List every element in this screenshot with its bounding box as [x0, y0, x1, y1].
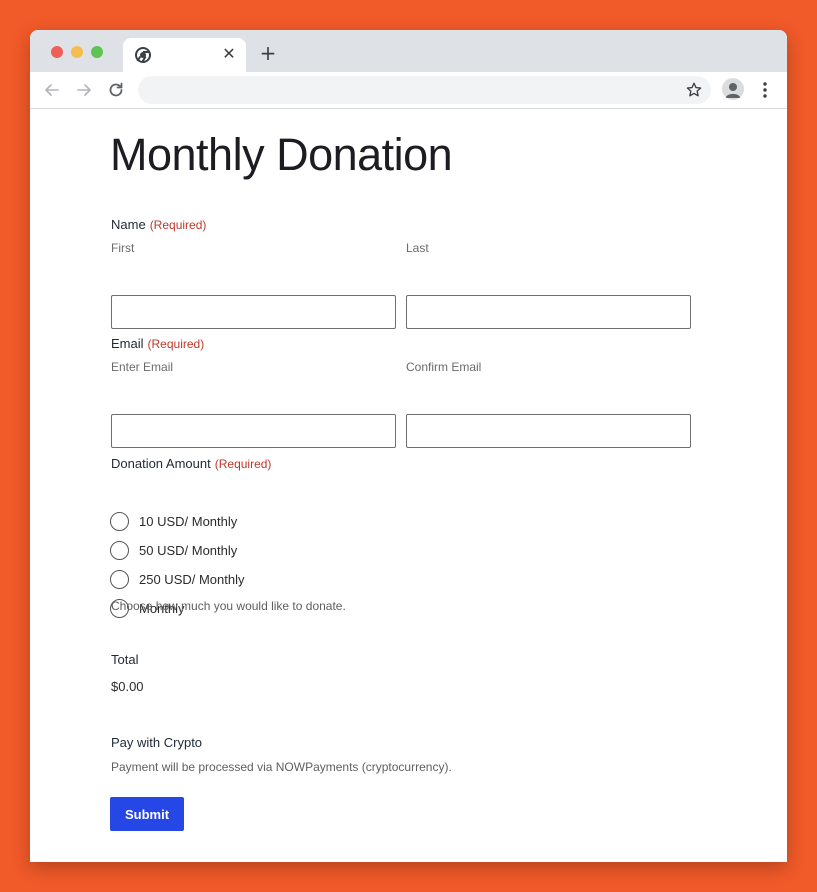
avatar-icon[interactable] [722, 78, 744, 100]
donation-option-label: 50 USD/ Monthly [139, 542, 238, 558]
browser-toolbar [30, 72, 787, 109]
donation-option-10[interactable]: 10 USD/ Monthly [110, 511, 237, 531]
page-content: Monthly Donation Name (Required) First La… [30, 109, 787, 862]
browser-window: ✕ + Monthly Donation Name (Required) Fir… [30, 30, 787, 862]
email-label: Email (Required) [111, 336, 204, 351]
radio-button[interactable] [110, 569, 129, 589]
kebab-menu-icon[interactable] [757, 80, 773, 100]
name-label: Name (Required) [111, 217, 206, 232]
donation-option-label: 10 USD/ Monthly [139, 513, 238, 529]
minimize-window-button[interactable] [71, 46, 83, 58]
email-label-text: Email [111, 336, 144, 351]
maximize-window-button[interactable] [91, 46, 103, 58]
last-name-input[interactable] [406, 295, 691, 329]
donation-option-label: 250 USD/ Monthly [139, 571, 245, 587]
donation-option-250[interactable]: 250 USD/ Monthly [110, 569, 245, 589]
radio-button[interactable] [110, 540, 129, 560]
email-field[interactable] [111, 414, 396, 448]
required-indicator: (Required) [147, 337, 205, 351]
last-name-label: Last [406, 241, 429, 255]
confirm-email-label: Confirm Email [406, 360, 482, 374]
arrow-right-icon[interactable] [74, 80, 94, 100]
profile-glyph [725, 83, 741, 98]
enter-email-label: Enter Email [111, 360, 174, 374]
browser-tab[interactable]: ✕ [123, 38, 246, 72]
confirm-email-field[interactable] [406, 414, 691, 448]
arrow-left-icon[interactable] [42, 80, 62, 100]
required-indicator: (Required) [214, 457, 272, 471]
pay-with-crypto-label: Pay with Crypto [111, 735, 203, 750]
tab-bar: ✕ + [30, 30, 787, 72]
close-icon[interactable]: ✕ [220, 45, 238, 63]
radio-button[interactable] [110, 511, 129, 531]
donation-label-text: Donation Amount [111, 456, 211, 471]
required-indicator: (Required) [149, 218, 207, 232]
donation-option-50[interactable]: 50 USD/ Monthly [110, 540, 237, 560]
total-label: Total [111, 652, 139, 667]
close-window-button[interactable] [51, 46, 63, 58]
donation-help-text: Choose how much you would like to donate… [111, 599, 346, 613]
reload-icon[interactable] [106, 80, 126, 100]
name-label-text: Name [111, 217, 146, 232]
star-icon[interactable] [685, 81, 703, 99]
address-bar[interactable] [138, 76, 711, 104]
first-name-input[interactable] [111, 295, 396, 329]
page-title: Monthly Donation [110, 129, 453, 180]
chrome-icon [135, 47, 151, 63]
first-name-label: First [111, 241, 135, 255]
submit-button[interactable]: Submit [110, 797, 184, 831]
crypto-note: Payment will be processed via NOWPayment… [111, 760, 452, 774]
plus-icon[interactable]: + [258, 43, 278, 63]
donation-amount-label: Donation Amount (Required) [111, 456, 271, 471]
total-value: $0.00 [111, 679, 144, 694]
